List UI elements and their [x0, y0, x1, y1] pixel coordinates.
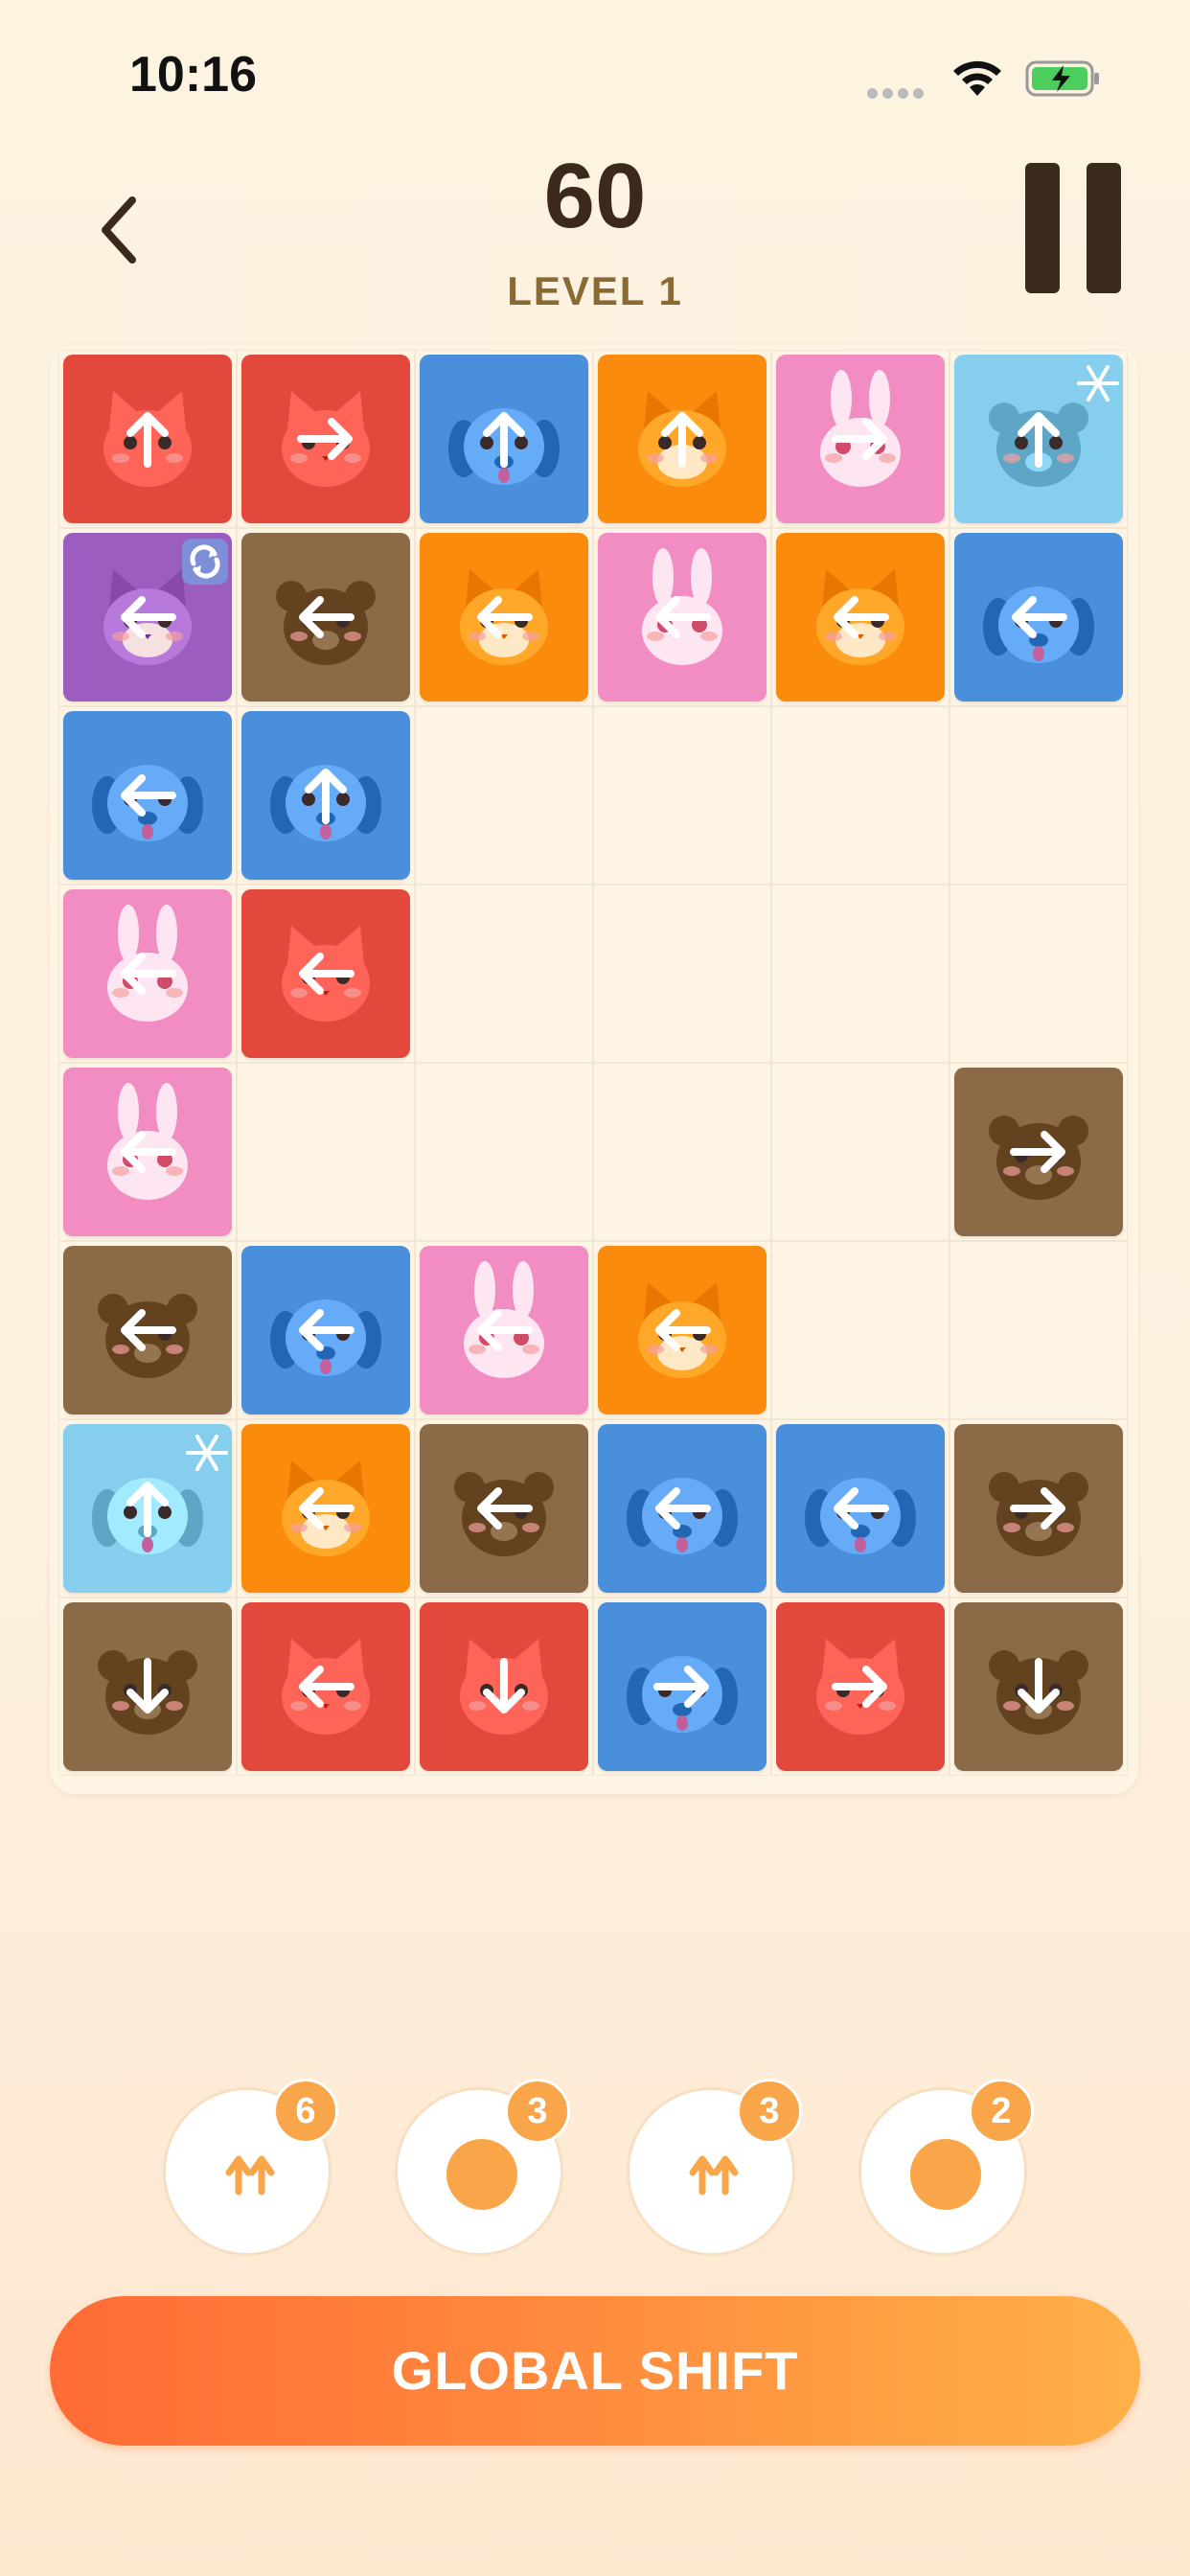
cellular-signal-icon	[867, 86, 930, 99]
board-cell	[771, 885, 950, 1063]
tile-bunny-left[interactable]	[63, 1068, 232, 1236]
tile-bunny-left[interactable]	[63, 889, 232, 1058]
tile-fox-up[interactable]	[598, 355, 767, 523]
double-up-arrow-icon	[689, 2155, 739, 2196]
dot-icon	[910, 2139, 981, 2210]
board-cell	[593, 1063, 771, 1241]
tile-dog-left[interactable]	[63, 711, 232, 880]
tile-bear-down[interactable]	[63, 1602, 232, 1771]
powerup-button[interactable]: 2	[858, 2079, 1034, 2256]
tile-dog-right[interactable]	[598, 1602, 767, 1771]
level-label: LEVEL 1	[507, 268, 683, 313]
tile-fox-left[interactable]	[63, 533, 232, 702]
powerup-button[interactable]: 3	[395, 2079, 570, 2256]
powerup-count-badge: 2	[969, 2079, 1034, 2144]
board-cell	[415, 1063, 593, 1241]
rotate-icon	[182, 539, 228, 585]
tile-bunny-right[interactable]	[776, 355, 945, 523]
tile-fox-left[interactable]	[420, 533, 588, 702]
tile-dog-up[interactable]	[241, 711, 410, 880]
board-cell	[593, 706, 771, 885]
board-cell	[771, 706, 950, 885]
tile-dog-up[interactable]	[420, 355, 588, 523]
powerup-bar: 6 3 3 2	[0, 2079, 1190, 2260]
pause-bar-left	[1025, 163, 1060, 293]
tile-cat-left[interactable]	[241, 889, 410, 1058]
tile-cat-right[interactable]	[241, 355, 410, 523]
snowflake-icon	[186, 1435, 228, 1471]
tile-dog-left[interactable]	[776, 1424, 945, 1593]
tile-cat-right[interactable]	[776, 1602, 945, 1771]
tile-fox-left[interactable]	[776, 533, 945, 702]
tile-cat-up[interactable]	[63, 355, 232, 523]
powerup-count-badge: 3	[737, 2079, 802, 2144]
board-cell	[237, 1063, 415, 1241]
powerup-count-badge: 6	[273, 2079, 338, 2144]
powerup-button[interactable]: 6	[163, 2079, 338, 2256]
board-cell	[415, 706, 593, 885]
tile-cat-left[interactable]	[241, 1602, 410, 1771]
board-cell	[415, 885, 593, 1063]
tile-bear-left[interactable]	[420, 1424, 588, 1593]
pause-button[interactable]	[1023, 163, 1123, 293]
tile-bear-right[interactable]	[954, 1424, 1123, 1593]
board-cell	[950, 885, 1128, 1063]
wifi-icon	[953, 60, 1001, 96]
tile-bear-left[interactable]	[241, 533, 410, 702]
tile-fox-left[interactable]	[598, 1246, 767, 1414]
board-cell	[771, 1063, 950, 1241]
pause-bar-right	[1087, 163, 1121, 293]
score-value: 60	[543, 145, 647, 247]
tile-fox-left[interactable]	[241, 1424, 410, 1593]
board-cell	[593, 885, 771, 1063]
board-cell	[950, 706, 1128, 885]
snowflake-icon	[1077, 365, 1119, 402]
tile-dog-left[interactable]	[598, 1424, 767, 1593]
double-up-arrow-icon	[225, 2155, 275, 2196]
tile-cat-down[interactable]	[420, 1602, 588, 1771]
status-bar: 10:16	[0, 0, 1190, 144]
game-board	[50, 345, 1138, 1794]
tile-dog-left[interactable]	[954, 533, 1123, 702]
powerup-count-badge: 3	[505, 2079, 570, 2144]
tile-bear-left[interactable]	[63, 1246, 232, 1414]
dot-icon	[446, 2139, 517, 2210]
tile-bunny-left[interactable]	[420, 1246, 588, 1414]
status-time: 10:16	[129, 47, 257, 103]
global-shift-button[interactable]: GLOBAL SHIFT	[50, 2296, 1140, 2446]
tile-bear-up[interactable]	[954, 355, 1123, 523]
battery-charging-icon	[1025, 60, 1099, 97]
tile-dog-up[interactable]	[63, 1424, 232, 1593]
tile-bear-down[interactable]	[954, 1602, 1123, 1771]
tile-dog-left[interactable]	[241, 1246, 410, 1414]
board-cell	[950, 1241, 1128, 1419]
tile-bunny-left[interactable]	[598, 533, 767, 702]
powerup-button[interactable]: 3	[627, 2079, 802, 2256]
board-cell	[771, 1241, 950, 1419]
tile-bear-right[interactable]	[954, 1068, 1123, 1236]
